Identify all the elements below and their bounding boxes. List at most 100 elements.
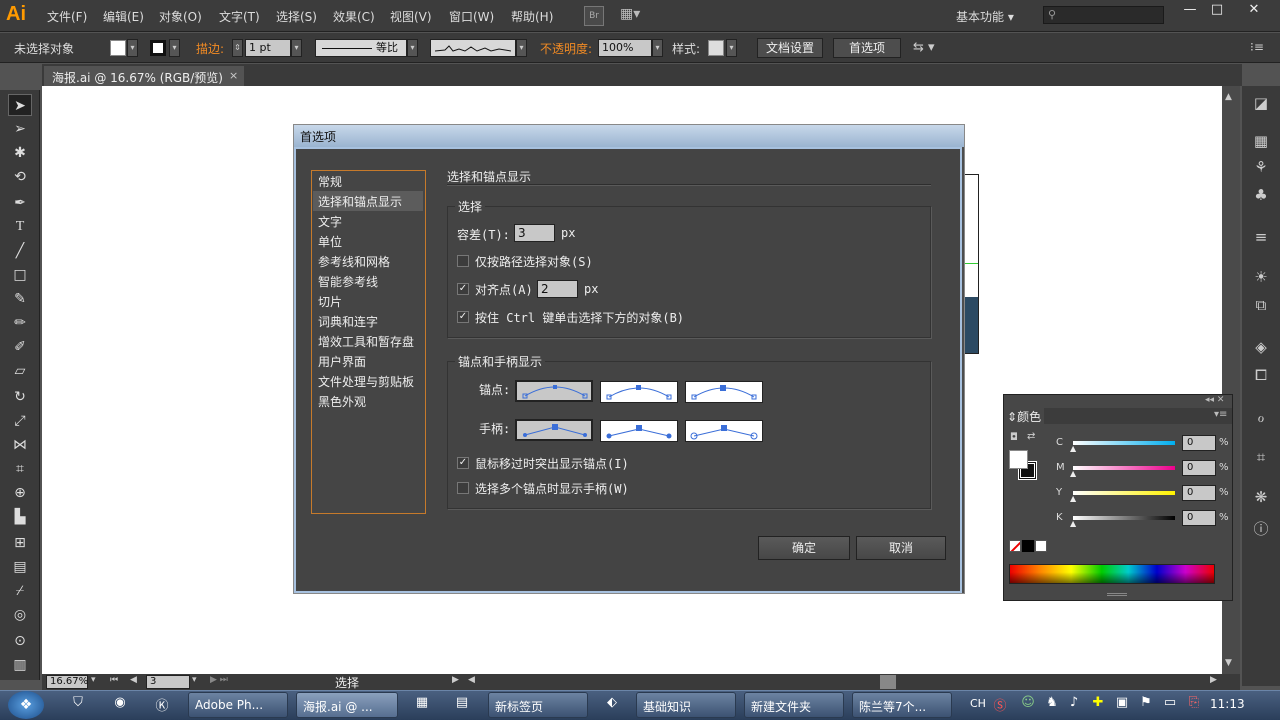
menu-file[interactable]: 文件(F) (47, 8, 87, 25)
width-tool-icon[interactable]: ⋈ (8, 434, 32, 456)
hscroll-left-icon[interactable]: ◀ (468, 675, 475, 685)
stroke-stepper[interactable]: ⇕ (232, 39, 243, 57)
anchor-style-3[interactable] (685, 381, 763, 403)
symbol-sprayer-tool-icon[interactable]: ⊙ (8, 630, 32, 652)
m-slider-thumb[interactable]: ▲ (1070, 469, 1076, 478)
taskbar-folder-new[interactable]: 新建文件夹 (744, 692, 844, 718)
eyedropper-tool-icon[interactable]: ⌿ (8, 580, 32, 602)
stroke-weight-field[interactable]: 1 pt (245, 39, 291, 57)
first-page-icon[interactable]: ⏮ (110, 675, 118, 685)
tolerance-input[interactable]: 3 (514, 224, 555, 242)
lasso-tool-icon[interactable]: ⟲ (8, 166, 32, 188)
none-swatch[interactable] (1009, 540, 1021, 552)
restore-button[interactable]: □ (1205, 2, 1229, 20)
scroll-down-icon[interactable]: ▼ (1225, 658, 1232, 668)
taskbar-new-tab[interactable]: 新标签页 (488, 692, 588, 718)
bridge-button[interactable]: Br (584, 6, 604, 26)
scale-tool-icon[interactable]: ⤢ (8, 410, 32, 432)
nav-item-file-clipboard[interactable]: 文件处理与剪贴板 (318, 373, 414, 390)
search-input[interactable]: ⚲ (1043, 6, 1164, 24)
rotate-tool-icon[interactable]: ↻ (8, 386, 32, 408)
navigator-panel-icon[interactable]: ❋ (1250, 488, 1272, 510)
m-value[interactable]: 0 (1182, 460, 1216, 476)
fill-swatch[interactable] (110, 40, 126, 56)
taskbar-folder-basics[interactable]: 基础知识 (636, 692, 736, 718)
page-field[interactable]: 3 (146, 675, 190, 689)
tray-qq-icon[interactable]: ♞ (1042, 695, 1062, 715)
next-page-icon[interactable]: ▶ ⏭ (210, 675, 228, 685)
ctrl-click-checkbox[interactable]: ✓ (457, 311, 469, 323)
menu-help[interactable]: 帮助(H) (511, 8, 553, 25)
c-value[interactable]: 0 (1182, 435, 1216, 451)
stroke-weight-dropdown[interactable]: ▾ (291, 39, 302, 57)
multi-handles-checkbox[interactable] (457, 482, 469, 494)
brushes-panel-icon[interactable]: ⚘ (1250, 158, 1272, 180)
color-panel-tab[interactable]: ⇕颜色 (1004, 408, 1044, 424)
menu-select[interactable]: 选择(S) (276, 8, 317, 25)
eraser-tool-icon[interactable]: ▱ (8, 360, 32, 382)
preferences-button[interactable]: 首选项 (833, 38, 901, 58)
cancel-button[interactable]: 取消 (856, 536, 946, 560)
layers-panel-icon[interactable]: ◈ (1250, 338, 1272, 360)
magic-wand-tool-icon[interactable]: ✱ (8, 142, 32, 164)
direct-selection-tool-icon[interactable]: ➢ (8, 118, 32, 140)
handle-style-2[interactable] (600, 420, 678, 442)
nav-item-units[interactable]: 单位 (318, 233, 342, 250)
nav-item-guides-grid[interactable]: 参考线和网格 (318, 253, 390, 270)
nav-item-plugins-scratch[interactable]: 增效工具和暂存盘 (318, 333, 414, 350)
taskbar-chat[interactable]: 陈兰等7个... (852, 692, 952, 718)
nav-item-black-appearance[interactable]: 黑色外观 (318, 393, 366, 410)
anchor-style-1[interactable] (515, 380, 593, 402)
type-tool-icon[interactable]: T (8, 216, 32, 238)
nav-item-slices[interactable]: 切片 (318, 293, 342, 310)
k-slider[interactable] (1073, 516, 1175, 520)
taskbar-clock[interactable]: 11:13 (1210, 697, 1245, 711)
zoom-dropdown-icon[interactable]: ▾ (91, 675, 96, 685)
menu-window[interactable]: 窗口(W) (449, 8, 494, 25)
opacity-field[interactable]: 100% (598, 39, 652, 57)
free-transform-tool-icon[interactable]: ⌗ (8, 458, 32, 480)
tray-pdf-icon[interactable]: ⎘ (1184, 695, 1204, 715)
handle-style-1[interactable] (515, 419, 593, 441)
snap-to-point-input[interactable]: 2 (537, 280, 578, 298)
color-panel-menu-icon[interactable]: ▾≡ (1214, 409, 1227, 420)
stroke-label[interactable]: 描边: (196, 40, 224, 57)
scroll-up-icon[interactable]: ▲ (1225, 92, 1232, 102)
horizontal-scroll-thumb[interactable] (880, 675, 896, 689)
perspective-grid-tool-icon[interactable]: ▙ (8, 506, 32, 528)
snap-to-point-checkbox[interactable]: ✓ (457, 283, 469, 295)
selection-tool-icon[interactable]: ➤ (8, 94, 32, 116)
tray-sogou-icon[interactable]: Ⓢ (990, 695, 1010, 715)
appearance-panel-icon[interactable]: ☀ (1250, 268, 1272, 290)
tray-360-icon[interactable]: ✚ (1088, 695, 1108, 715)
quicklaunch-browser-icon[interactable]: ◉ (110, 695, 130, 715)
path-only-checkbox[interactable] (457, 255, 469, 267)
blob-brush-tool-icon[interactable]: ✐ (8, 336, 32, 358)
opacity-label[interactable]: 不透明度: (540, 40, 592, 57)
y-slider-thumb[interactable]: ▲ (1070, 494, 1076, 503)
tab-close-icon[interactable]: × (229, 69, 238, 82)
start-button-icon[interactable]: ❖ (8, 691, 44, 719)
tray-flag-icon[interactable]: ⚑ (1136, 695, 1156, 715)
transparency-panel-icon[interactable]: ℴ (1250, 408, 1272, 430)
swap-colors-icon[interactable]: ⇄ (1027, 431, 1035, 442)
tray-chat-icon[interactable]: ☺ (1018, 695, 1038, 715)
stroke-dropdown[interactable]: ▾ (169, 39, 180, 57)
k-slider-thumb[interactable]: ▲ (1070, 519, 1076, 528)
brush-definition[interactable] (430, 39, 516, 57)
page-dropdown-icon[interactable]: ▾ (192, 675, 197, 685)
nav-item-smart-guides[interactable]: 智能参考线 (318, 273, 378, 290)
column-graph-tool-icon[interactable]: ▥ (8, 654, 32, 676)
handle-style-3[interactable] (685, 420, 763, 442)
ok-button[interactable]: 确定 (758, 536, 850, 560)
info-panel-icon[interactable]: ⓘ (1250, 518, 1272, 540)
opacity-dropdown[interactable]: ▾ (652, 39, 663, 57)
line-tool-icon[interactable]: ╱ (8, 240, 32, 262)
pencil-tool-icon[interactable]: ✏ (8, 312, 32, 334)
menu-effect[interactable]: 效果(C) (333, 8, 375, 25)
prev-page-icon[interactable]: ◀ (130, 675, 137, 685)
input-language[interactable]: CH (970, 697, 986, 710)
tray-device-icon[interactable]: ▭ (1160, 695, 1180, 715)
anchor-style-2[interactable] (600, 381, 678, 403)
panel-resize-grip[interactable] (1107, 593, 1127, 596)
